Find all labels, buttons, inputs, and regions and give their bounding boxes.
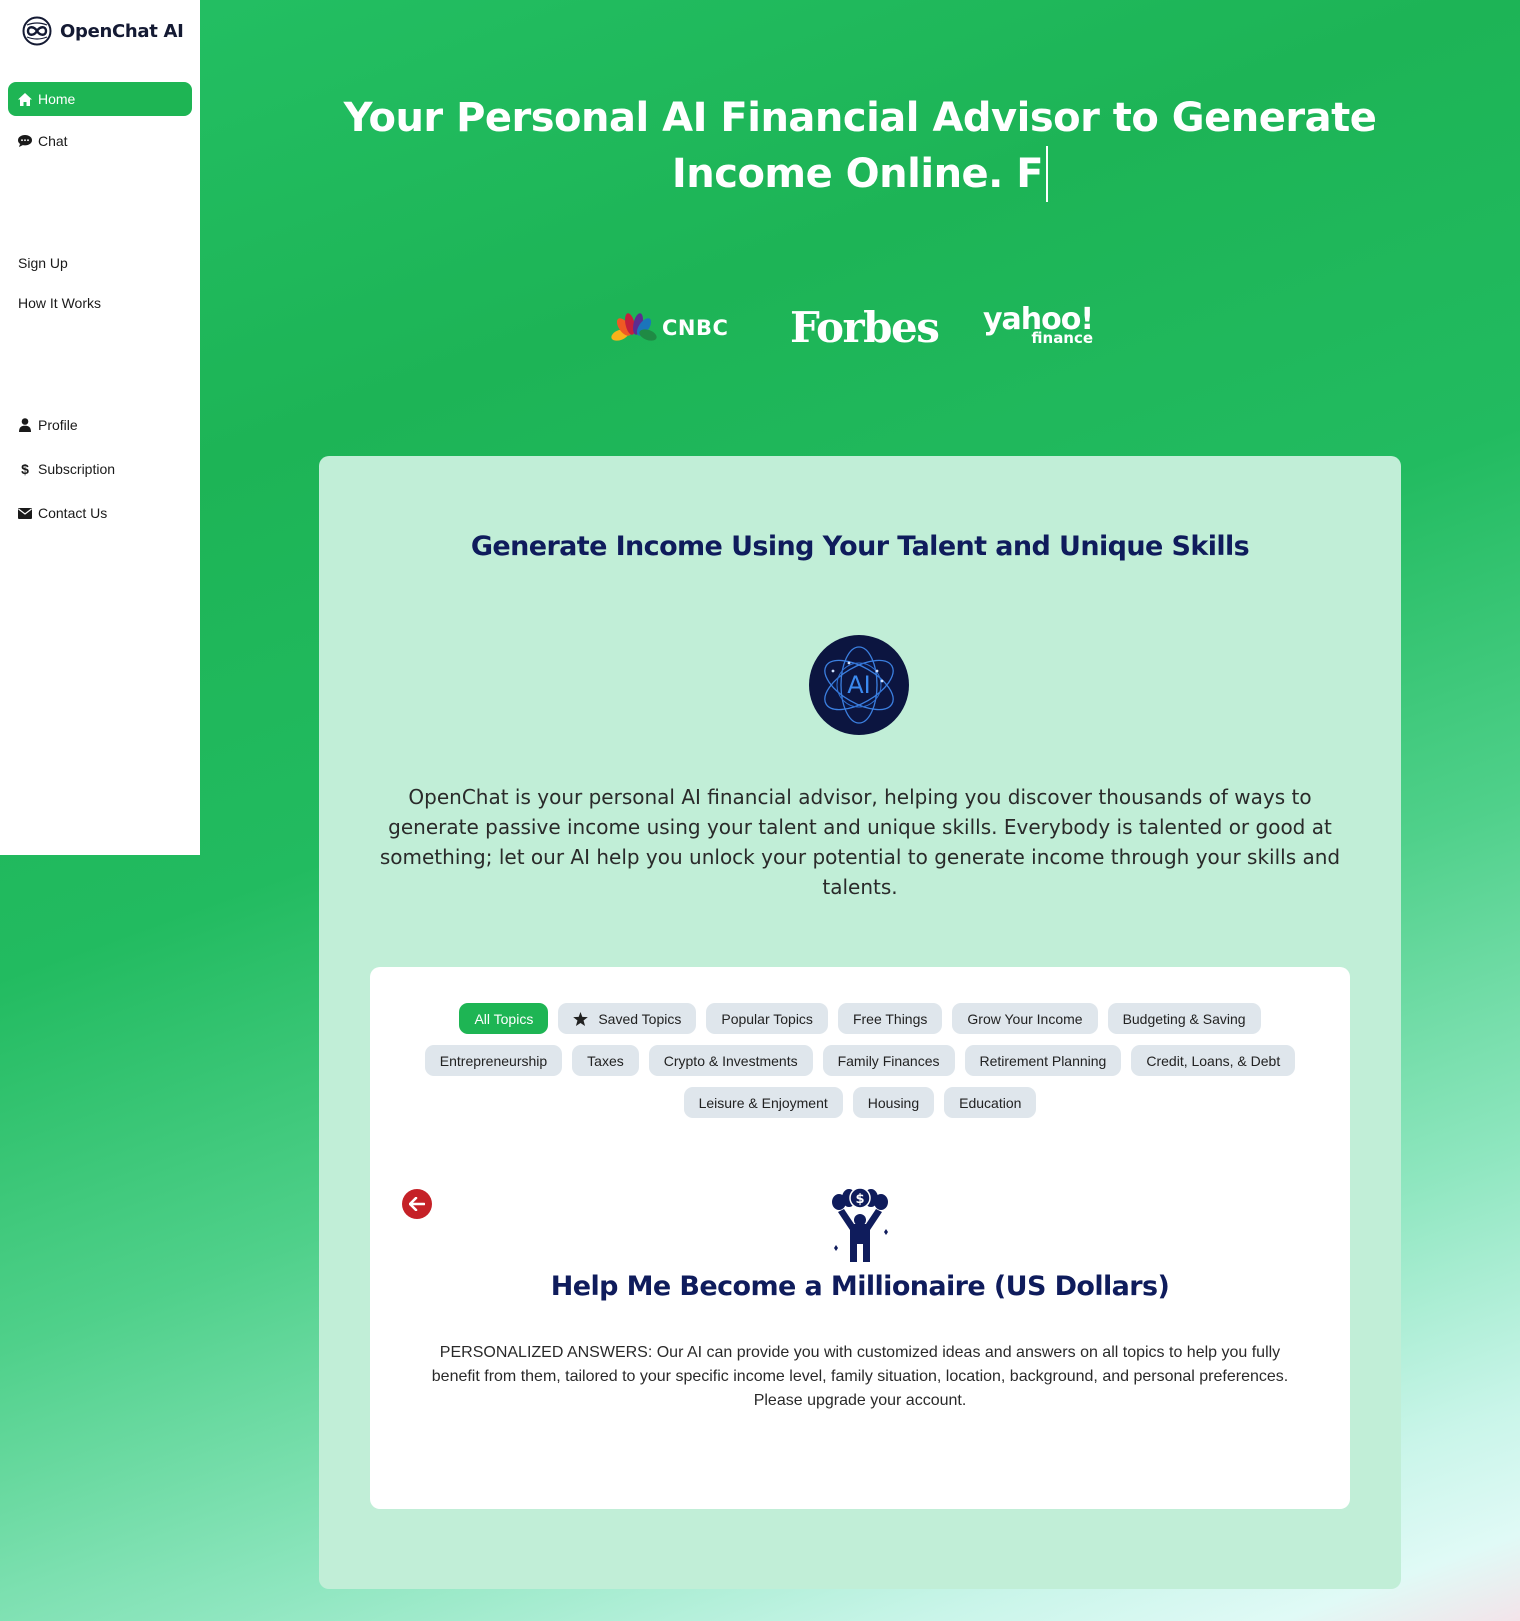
chip-label: Credit, Loans, & Debt [1146,1052,1281,1069]
chip-popular-topics[interactable]: Popular Topics [706,1003,828,1034]
chip-label: Grow Your Income [967,1010,1083,1027]
forbes-logo: Forbes [790,303,940,352]
sidebar-item-label: Contact Us [38,505,108,521]
chip-label: Leisure & Enjoyment [698,1094,828,1111]
sidebar-item-profile[interactable]: Profile [8,408,192,442]
chip-label: Crypto & Investments [663,1052,798,1069]
sidebar-item-sign-up[interactable]: Sign Up [8,246,192,280]
chip-leisure-enjoyment[interactable]: Leisure & Enjoyment [683,1087,843,1118]
star-icon [573,1011,589,1026]
hero-title-line-1: Your Personal AI Financial Advisor to Ge… [343,95,1377,141]
topic-title: Help Me Become a Millionaire (US Dollars… [550,1271,1170,1302]
chat-bubble-icon [18,134,32,148]
sidebar: OpenChat AI Home Chat Sign Up How It Wor… [0,0,200,855]
sidebar-item-home[interactable]: Home [8,82,192,116]
infinity-globe-icon [22,16,52,46]
chip-all-topics[interactable]: All Topics [459,1003,549,1034]
press-logos: CNBC Forbes yahoo! finance [610,303,1094,355]
sidebar-item-label: Home [38,91,76,107]
topic-chips: All Topics Saved Topics Popular Topics F… [410,1003,1310,1118]
card-description: OpenChat is your personal AI financial a… [379,785,1341,899]
sidebar-item-label: Subscription [38,461,116,477]
sidebar-item-label: Profile [38,417,78,433]
svg-text:$: $ [855,1192,864,1207]
brand-name: OpenChat AI [60,20,184,42]
hero-title: Your Personal AI Financial Advisor to Ge… [340,90,1380,202]
sidebar-item-how-it-works[interactable]: How It Works [8,286,192,320]
yahoo-finance-logo: yahoo! finance [983,305,1094,346]
cnbc-logo: CNBC [610,313,728,343]
chip-label: Education [959,1094,1022,1111]
text-cursor [1046,146,1049,202]
peacock-icon [611,313,657,341]
chip-label: Popular Topics [721,1010,813,1027]
chip-label: Taxes [587,1052,624,1069]
chip-label: Housing [867,1094,920,1111]
sidebar-item-subscription[interactable]: $ Subscription [8,452,192,486]
cnbc-wordmark: CNBC [662,316,729,340]
chip-label: Retirement Planning [979,1052,1107,1069]
user-icon [18,418,32,432]
chip-housing[interactable]: Housing [852,1087,935,1118]
chip-family-finances[interactable]: Family Finances [822,1045,955,1076]
chip-label: Family Finances [837,1052,940,1069]
chip-label: Free Things [852,1010,928,1027]
chip-education[interactable]: Education [944,1087,1037,1118]
sidebar-item-label: Sign Up [18,255,68,271]
chip-entrepreneurship[interactable]: Entrepreneurship [424,1045,563,1076]
sidebar-item-chat[interactable]: Chat [8,124,192,158]
topics-panel: All Topics Saved Topics Popular Topics F… [370,967,1350,1509]
feature-card: Generate Income Using Your Talent and Un… [319,456,1401,1589]
card-title: Generate Income Using Your Talent and Un… [470,531,1250,562]
chip-label: Entrepreneurship [439,1052,548,1069]
topic-description: PERSONALIZED ANSWERS: Our AI can provide… [431,1344,1289,1409]
home-icon [18,92,32,106]
sidebar-item-label: Chat [38,133,68,149]
dollar-icon: $ [21,461,29,477]
sidebar-item-contact-us[interactable]: Contact Us [8,496,192,530]
chip-crypto-investments[interactable]: Crypto & Investments [648,1045,813,1076]
chip-retirement-planning[interactable]: Retirement Planning [964,1045,1122,1076]
chip-budgeting-saving[interactable]: Budgeting & Saving [1107,1003,1261,1034]
brand[interactable]: OpenChat AI [22,16,184,46]
ai-badge-text: AI [847,671,871,699]
arrow-left-icon [409,1197,425,1211]
chip-label: All Topics [474,1010,534,1027]
chip-saved-topics[interactable]: Saved Topics [558,1003,697,1034]
chip-label: Saved Topics [598,1010,682,1027]
chip-taxes[interactable]: Taxes [572,1045,639,1076]
sidebar-item-label: How It Works [18,295,101,311]
hero-title-line-2: Income Online. F [671,151,1044,197]
chip-free-things[interactable]: Free Things [837,1003,943,1034]
back-button[interactable] [402,1189,432,1219]
chip-grow-your-income[interactable]: Grow Your Income [952,1003,1098,1034]
ai-atom-icon: AI [809,635,909,735]
person-with-money-icon: $ [832,1188,888,1262]
envelope-icon [18,506,32,520]
chip-credit-loans-debt[interactable]: Credit, Loans, & Debt [1131,1045,1296,1076]
chip-label: Budgeting & Saving [1122,1010,1246,1027]
